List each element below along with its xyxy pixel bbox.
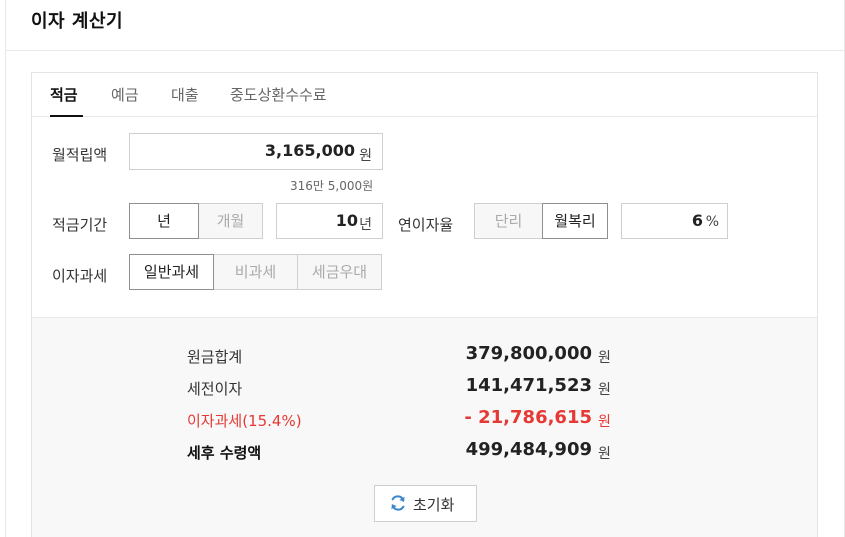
tab-bar: 적금 예금 대출 중도상환수수료	[32, 73, 817, 117]
monthly-deposit-hint: 316만 5,000원	[290, 179, 374, 193]
principal-unit: 원	[598, 350, 611, 366]
interest-unit: 원	[598, 382, 611, 398]
reset-label: 초기화	[413, 496, 455, 514]
monthly-deposit-value: 3,165,000	[264, 141, 355, 160]
period-input[interactable]: 10 년	[276, 203, 383, 239]
rate-unit: %	[705, 214, 719, 230]
tax-option-exempt[interactable]: 비과세	[213, 254, 298, 290]
tab-prepayment-fee[interactable]: 중도상환수수료	[230, 84, 327, 105]
tax-option-general[interactable]: 일반과세	[129, 254, 214, 290]
calculator-panel: 이자 계산기 적금 예금 대출 중도상환수수료 월적립액 3,165,000 원…	[5, 0, 845, 537]
interest-value: 141,471,523	[465, 375, 592, 396]
tax-label: 이자과세	[52, 267, 108, 285]
tax-amount-label: 이자과세(15.4%)	[187, 412, 302, 430]
monthly-deposit-label: 월적립액	[52, 146, 108, 164]
active-tab-indicator	[50, 115, 83, 117]
tab-savings[interactable]: 적금	[50, 84, 78, 105]
after-tax-unit: 원	[598, 446, 611, 462]
tax-option-preferential[interactable]: 세금우대	[297, 254, 382, 290]
monthly-deposit-input[interactable]: 3,165,000 원	[129, 133, 383, 170]
header: 이자 계산기	[6, 0, 844, 51]
tax-amount-value: - 21,786,615	[464, 407, 592, 428]
calculator-card: 적금 예금 대출 중도상환수수료 월적립액 3,165,000 원 316만 5…	[31, 72, 818, 537]
rate-type-monthly-compound[interactable]: 월복리	[542, 203, 608, 239]
tab-deposit[interactable]: 예금	[111, 84, 139, 105]
period-unit-year[interactable]: 년	[129, 203, 199, 239]
rate-value: 6	[691, 211, 703, 230]
tax-amount-unit: 원	[598, 414, 611, 430]
rate-label: 연이자율	[398, 216, 454, 234]
period-label: 적금기간	[52, 216, 108, 234]
page-title: 이자 계산기	[31, 11, 124, 32]
interest-label: 세전이자	[187, 380, 243, 398]
monthly-deposit-unit: 원	[359, 148, 372, 164]
refresh-icon	[391, 495, 405, 511]
rate-type-simple[interactable]: 단리	[474, 203, 543, 239]
after-tax-value: 499,484,909	[465, 439, 592, 460]
result-panel: 원금합계 379,800,000 원 세전이자 141,471,523 원 이자…	[32, 317, 817, 537]
period-value: 10	[335, 211, 358, 230]
principal-label: 원금합계	[187, 348, 243, 366]
principal-value: 379,800,000	[465, 343, 592, 364]
rate-input[interactable]: 6 %	[621, 203, 728, 239]
after-tax-label: 세후 수령액	[187, 444, 262, 462]
reset-button[interactable]: 초기화	[374, 485, 477, 522]
period-unit: 년	[359, 217, 372, 233]
tab-loan[interactable]: 대출	[171, 84, 199, 105]
period-unit-month[interactable]: 개월	[198, 203, 263, 239]
